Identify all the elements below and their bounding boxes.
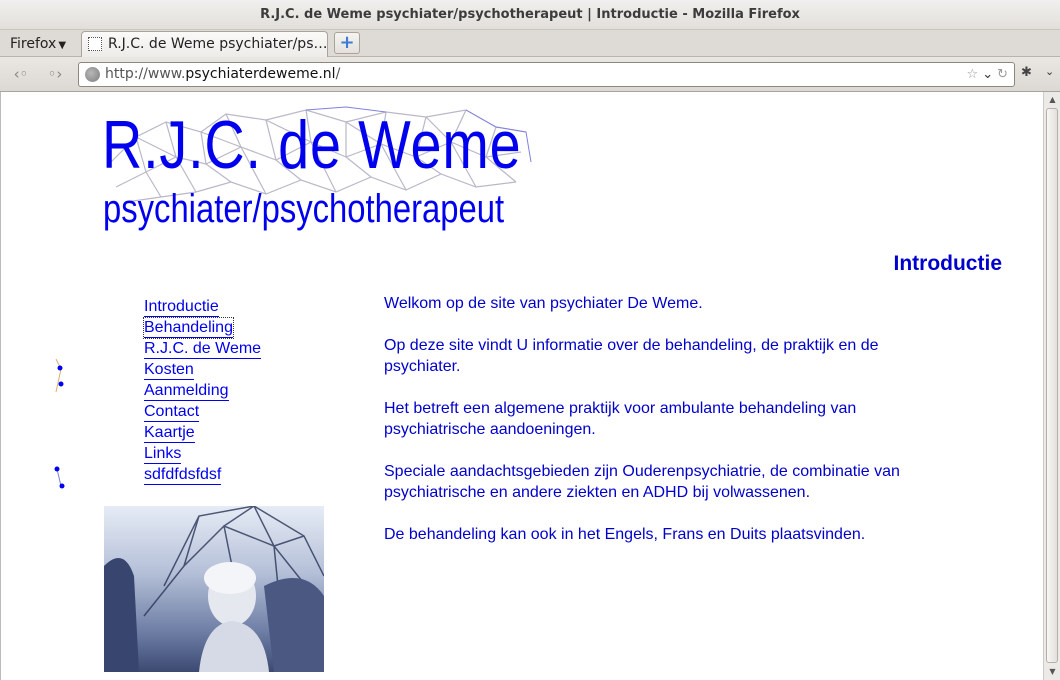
content-paragraph: Welkom op de site van psychiater De Weme… xyxy=(384,295,703,312)
portrait-photo xyxy=(104,506,324,672)
star-icon[interactable]: ☆ xyxy=(967,67,979,82)
main-navigation: Introductie Behandeling R.J.C. de Weme K… xyxy=(143,296,262,485)
nav-link-introductie[interactable]: Introductie xyxy=(144,297,219,317)
nav-link-aanmelding[interactable]: Aanmelding xyxy=(144,381,229,401)
forward-button[interactable]: ◦› xyxy=(40,63,70,85)
firefox-menu-button[interactable]: Firefox ▼ xyxy=(6,33,70,55)
nav-item-rjc-de-weme: R.J.C. de Weme xyxy=(144,338,262,359)
reload-icon[interactable]: ↻ xyxy=(997,67,1008,82)
nav-item-sdfdfdsfdsf: sdfdfdsfdsf xyxy=(144,464,261,485)
nav-item-kosten: Kosten xyxy=(144,359,261,380)
nav-item-contact: Contact xyxy=(144,401,261,422)
content-paragraph: De behandeling kan ook in het Engels, Fr… xyxy=(384,526,866,543)
content-paragraph: Speciale aandachtsgebieden zijn Ouderenp… xyxy=(384,463,900,501)
url-host: psychiaterdeweme.nl xyxy=(185,66,336,82)
nav-item-behandeling: Behandeling xyxy=(143,317,261,339)
nav-link-sdfdfdsfdsf[interactable]: sdfdfdsfdsf xyxy=(144,465,222,485)
decorative-dots xyxy=(54,358,65,489)
nav-link-kaartje[interactable]: Kaartje xyxy=(144,423,195,443)
page-favicon-icon xyxy=(88,37,102,51)
scroll-up-arrow-icon[interactable]: ▲ xyxy=(1045,93,1060,107)
nav-link-contact[interactable]: Contact xyxy=(144,402,200,422)
new-tab-button[interactable]: + xyxy=(334,32,360,54)
main-content: Welkom op de site van psychiater De Weme… xyxy=(384,293,944,566)
page-viewport: R.J.C. de Weme psychiater/psychotherapeu… xyxy=(0,92,1060,680)
url-bar[interactable]: http://www.psychiaterdeweme.nl/ ☆ ⌄ ↻ xyxy=(78,62,1015,87)
chevron-down-icon[interactable]: ⌄ xyxy=(982,67,993,82)
window-title: R.J.C. de Weme psychiater/psychotherapeu… xyxy=(0,0,1060,30)
back-arrow-icon: ‹◦ xyxy=(13,65,29,83)
tab-bar: Firefox ▼ R.J.C. de Weme psychiater/ps… + xyxy=(0,30,1060,57)
nav-link-behandeling[interactable]: Behandeling xyxy=(143,317,234,339)
chevron-down-icon[interactable]: ⌄ xyxy=(1045,65,1054,78)
nav-item-aanmelding: Aanmelding xyxy=(144,380,261,401)
scroll-down-arrow-icon[interactable]: ▼ xyxy=(1045,665,1060,679)
nav-link-kosten[interactable]: Kosten xyxy=(144,360,194,380)
section-heading: Introductie xyxy=(893,252,1003,275)
content-paragraph: Het betreft een algemene praktijk voor a… xyxy=(384,400,857,438)
addon-icon[interactable]: ✱ xyxy=(1021,65,1032,80)
site-title: R.J.C. de Weme xyxy=(102,107,522,183)
nav-item-kaartje: Kaartje xyxy=(144,422,261,443)
navigation-toolbar: ‹◦ ◦› http://www.psychiaterdeweme.nl/ ☆ ⌄… xyxy=(0,57,1060,92)
nav-link-links[interactable]: Links xyxy=(144,444,182,464)
forward-arrow-icon: ◦› xyxy=(47,65,63,83)
tab-active[interactable]: R.J.C. de Weme psychiater/ps… xyxy=(81,31,328,57)
tab-title: R.J.C. de Weme psychiater/ps… xyxy=(108,36,328,52)
back-button[interactable]: ‹◦ xyxy=(6,63,36,85)
site-subtitle: psychiater/psychotherapeut xyxy=(103,187,505,231)
url-suffix: / xyxy=(335,66,341,82)
url-prefix: http://www. xyxy=(105,66,186,82)
nav-item-introductie: Introductie xyxy=(144,296,261,317)
firefox-menu-label: Firefox xyxy=(10,36,57,52)
scrollbar-thumb[interactable] xyxy=(1046,108,1058,663)
chevron-down-icon: ▼ xyxy=(58,40,67,51)
globe-icon xyxy=(85,67,100,82)
vertical-scrollbar[interactable]: ▲ ▼ xyxy=(1043,92,1060,680)
content-paragraph: Op deze site vindt U informatie over de … xyxy=(384,337,879,375)
nav-item-links: Links xyxy=(144,443,261,464)
nav-link-rjc-de-weme[interactable]: R.J.C. de Weme xyxy=(144,339,262,359)
